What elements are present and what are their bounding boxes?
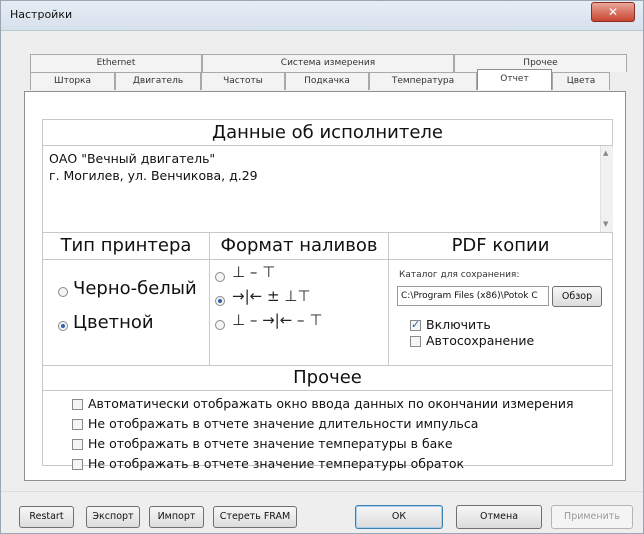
pour-format-2-radio[interactable] xyxy=(215,296,225,306)
report-settings-grid: Данные об исполнителе ОАО "Вечный двигат… xyxy=(42,119,613,471)
tab-frequencies[interactable]: Частоты xyxy=(201,72,285,90)
option-hide-tank-temp-checkbox[interactable] xyxy=(72,439,83,450)
divider xyxy=(209,232,210,365)
tab-measurement-system[interactable]: Система измерения xyxy=(202,54,454,72)
cancel-button[interactable]: Отмена xyxy=(456,505,542,529)
close-button[interactable]: ✕ xyxy=(591,2,635,22)
pour-format-1-radio[interactable] xyxy=(215,272,225,282)
tab-report[interactable]: Отчет xyxy=(477,69,552,90)
tab-colors[interactable]: Цвета xyxy=(552,72,610,90)
divider xyxy=(1,491,643,492)
divider xyxy=(43,232,612,233)
settings-window: Настройки ✕ Ethernet Система измерения П… xyxy=(0,0,644,534)
pdf-enable-label: Включить xyxy=(426,317,491,332)
printer-bw-label: Черно-белый xyxy=(73,278,197,299)
executor-textarea[interactable]: ОАО "Вечный двигатель" г. Могилев, ул. В… xyxy=(49,150,258,184)
pour-format-3-radio[interactable] xyxy=(215,320,225,330)
divider xyxy=(43,259,612,260)
scroll-down-icon[interactable]: ▼ xyxy=(603,220,608,228)
pdf-folder-path-input[interactable]: C:\Program Files (x86)\Potok C xyxy=(397,286,549,306)
printer-bw-radio[interactable] xyxy=(58,287,68,297)
divider xyxy=(388,232,389,365)
printer-color-radio[interactable] xyxy=(58,321,68,331)
tab-row-bottom: Шторка Двигатель Частоты Подкачка Темпер… xyxy=(30,69,610,90)
tab-engine[interactable]: Двигатель xyxy=(115,72,201,90)
option-hide-tank-temp-label: Не отображать в отчете значение температ… xyxy=(88,436,453,451)
report-tab-panel: Данные об исполнителе ОАО "Вечный двигат… xyxy=(24,91,626,481)
executor-scrollbar[interactable]: ▲ ▼ xyxy=(600,146,613,232)
pdf-folder-label: Каталог для сохранения: xyxy=(399,270,520,280)
title-bar: Настройки ✕ xyxy=(1,1,643,31)
pdf-autosave-checkbox[interactable] xyxy=(410,336,421,347)
option-hide-pulse-label: Не отображать в отчете значение длительн… xyxy=(88,416,479,431)
pour-format-3-symbols: ⊥ – →|← – ⊤ xyxy=(232,311,323,329)
printer-color-label: Цветной xyxy=(73,312,154,333)
tab-temperature[interactable]: Температура xyxy=(369,72,477,90)
tab-shutter[interactable]: Шторка xyxy=(30,72,115,90)
pdf-header: PDF копии xyxy=(451,235,550,256)
tab-pump[interactable]: Подкачка xyxy=(285,72,369,90)
executor-header: Данные об исполнителе xyxy=(212,122,443,143)
erase-fram-button[interactable]: Стереть FRAM xyxy=(213,506,297,528)
scroll-up-icon[interactable]: ▲ xyxy=(603,149,608,157)
printer-header: Тип принтера xyxy=(60,235,192,256)
pdf-enable-checkbox[interactable] xyxy=(410,318,421,331)
divider xyxy=(43,390,612,391)
divider xyxy=(43,145,612,146)
apply-button[interactable]: Применить xyxy=(551,505,633,529)
import-button[interactable]: Импорт xyxy=(149,506,204,528)
window-title: Настройки xyxy=(10,8,73,21)
option-auto-open-checkbox[interactable] xyxy=(72,399,83,410)
browse-button[interactable]: Обзор xyxy=(552,286,602,307)
pour-format-2-symbols: →|← ± ⊥⊤ xyxy=(232,287,311,305)
restart-button[interactable]: Restart xyxy=(19,506,74,528)
option-hide-pulse-checkbox[interactable] xyxy=(72,419,83,430)
export-button[interactable]: Экспорт xyxy=(86,506,140,528)
option-hide-return-temp-checkbox[interactable] xyxy=(72,459,83,470)
divider xyxy=(43,365,612,366)
pdf-autosave-label: Автосохранение xyxy=(426,333,535,348)
pour-format-1-symbols: ⊥ – ⊤ xyxy=(232,263,276,281)
ok-button[interactable]: ОК xyxy=(355,505,443,529)
option-hide-return-temp-label: Не отображать в отчете значение температ… xyxy=(88,456,465,471)
option-auto-open-label: Автоматически отображать окно ввода данн… xyxy=(88,396,574,411)
other-header: Прочее xyxy=(293,367,362,388)
close-icon: ✕ xyxy=(607,5,619,19)
tab-ethernet[interactable]: Ethernet xyxy=(30,54,202,72)
pour-format-header: Формат наливов xyxy=(220,235,378,256)
